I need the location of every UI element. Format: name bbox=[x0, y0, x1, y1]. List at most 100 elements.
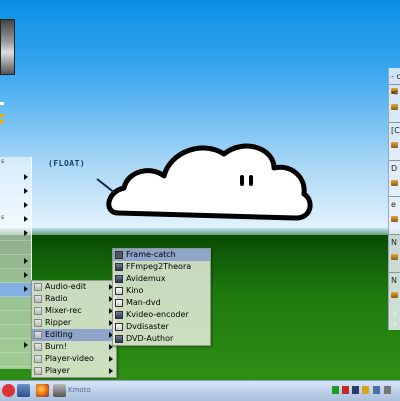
tool-icon[interactable] bbox=[391, 216, 398, 222]
tray-clock-icon[interactable] bbox=[384, 386, 391, 394]
left-menu-item[interactable] bbox=[0, 297, 31, 311]
left-menu-item[interactable] bbox=[0, 185, 31, 199]
category-menu-item-label: Player-video bbox=[45, 354, 94, 363]
left-menu-item[interactable] bbox=[0, 199, 31, 213]
folder-icon bbox=[34, 319, 42, 327]
tool-icon[interactable] bbox=[391, 292, 398, 298]
tray-update-icon[interactable] bbox=[342, 386, 349, 394]
right-panel-divider bbox=[389, 160, 400, 161]
left-menu-item[interactable] bbox=[0, 339, 31, 353]
editing-menu-item-label: Kino bbox=[126, 286, 144, 295]
tray-battery-icon[interactable] bbox=[373, 386, 380, 394]
editing-menu-item[interactable]: Kvideo-encoder bbox=[113, 309, 210, 321]
category-menu-item-label: Audio-edit bbox=[45, 282, 87, 291]
editing-menu-item-label: Man-dvd bbox=[126, 298, 161, 307]
category-menu-item[interactable]: Radio bbox=[32, 293, 116, 305]
tool-icon[interactable] bbox=[391, 104, 398, 110]
category-menu-item[interactable]: Player-video bbox=[32, 353, 116, 365]
left-menu-item[interactable] bbox=[0, 241, 31, 255]
left-menu-item[interactable] bbox=[0, 311, 31, 325]
editing-menu-item[interactable]: Dvdisaster bbox=[113, 321, 210, 333]
editing-menu-item[interactable]: FFmpeg2Theora bbox=[113, 261, 210, 273]
category-menu-item[interactable]: Burn! bbox=[32, 341, 116, 353]
editing-menu-item-label: Frame-catch bbox=[126, 250, 176, 259]
folder-icon bbox=[34, 367, 42, 375]
left-menu-item[interactable] bbox=[0, 325, 31, 339]
category-menu-item[interactable]: Editing bbox=[32, 329, 116, 341]
tool-icon[interactable] bbox=[391, 180, 398, 186]
submenu-arrow-icon bbox=[109, 356, 113, 362]
category-menu-item-label: Radio bbox=[45, 294, 68, 303]
tray-clipboard-icon[interactable] bbox=[362, 386, 369, 394]
left-menu-item[interactable] bbox=[0, 283, 31, 297]
taskbar: Kmoto bbox=[0, 380, 400, 401]
right-panel-divider bbox=[389, 122, 400, 123]
category-menu-item[interactable]: Player bbox=[32, 365, 116, 377]
submenu-arrow-icon bbox=[24, 258, 28, 264]
submenu-arrow-icon bbox=[24, 202, 28, 208]
right-panel-label[interactable]: < bbox=[391, 88, 398, 97]
left-menu-item[interactable] bbox=[0, 269, 31, 283]
right-panel-label[interactable]: N bbox=[391, 276, 397, 285]
left-menu-item[interactable]: s bbox=[0, 157, 31, 171]
right-panel-label[interactable]: e bbox=[391, 200, 396, 209]
editing-menu-item[interactable]: DVD-Author bbox=[113, 333, 210, 345]
taskbar-window-label[interactable]: Kmoto bbox=[68, 386, 91, 394]
category-menu-item[interactable]: Mixer-rec bbox=[32, 305, 116, 317]
terminal-icon[interactable] bbox=[53, 384, 66, 397]
right-panel-label[interactable]: - c bbox=[391, 72, 400, 81]
camera-icon bbox=[115, 251, 123, 259]
submenu-arrow-icon bbox=[24, 286, 28, 292]
folder-icon bbox=[34, 343, 42, 351]
firefox-icon[interactable] bbox=[36, 384, 49, 397]
left-menu-item[interactable] bbox=[0, 171, 31, 185]
left-menu-item[interactable] bbox=[0, 255, 31, 269]
category-menu-item-label: Player bbox=[45, 366, 70, 375]
category-menu-item-label: Burn! bbox=[45, 342, 67, 351]
submenu-arrow-icon bbox=[24, 188, 28, 194]
submenu-arrow-icon bbox=[24, 174, 28, 180]
editing-submenu: Frame-catch FFmpeg2Theora Avidemux Kino Man-… bbox=[112, 248, 211, 346]
editing-menu-item[interactable]: Man-dvd bbox=[113, 297, 210, 309]
tool-icon[interactable] bbox=[391, 142, 398, 148]
category-menu-item-label: Mixer-rec bbox=[45, 306, 82, 315]
category-menu-item-label: Ripper bbox=[45, 318, 72, 327]
folder-icon bbox=[34, 307, 42, 315]
category-menu-item[interactable]: Audio-edit bbox=[32, 281, 116, 293]
right-panel-label[interactable]: D bbox=[391, 164, 397, 173]
editing-menu-item[interactable]: Frame-catch bbox=[113, 249, 210, 261]
editing-menu-item[interactable]: Avidemux bbox=[113, 273, 210, 285]
right-panel-label[interactable]: [C bbox=[391, 126, 400, 135]
editing-menu-item[interactable]: Kino bbox=[113, 285, 210, 297]
right-dock-panel: - c < [C De N N bbox=[388, 68, 400, 330]
folder-icon bbox=[34, 283, 42, 291]
dvd-icon bbox=[115, 299, 123, 307]
right-panel-label[interactable]: N bbox=[391, 238, 397, 247]
tool-icon[interactable] bbox=[391, 254, 398, 260]
tray-network-icon[interactable] bbox=[332, 386, 339, 394]
submenu-arrow-icon bbox=[24, 216, 28, 222]
category-menu-item[interactable]: Ripper bbox=[32, 317, 116, 329]
right-tick: + bbox=[392, 310, 398, 318]
submenu-arrow-icon bbox=[24, 230, 28, 236]
editing-menu-item-label: Avidemux bbox=[126, 274, 166, 283]
monitor-icon bbox=[115, 335, 123, 343]
left-menu-item[interactable] bbox=[0, 227, 31, 241]
left-launcher-menu: ss bbox=[0, 157, 32, 369]
left-menu-item[interactable]: s bbox=[0, 213, 31, 227]
right-panel-divider bbox=[389, 196, 400, 197]
terminal-icon bbox=[115, 263, 123, 271]
right-panel-divider bbox=[389, 234, 400, 235]
category-menu-item-label: Editing bbox=[45, 330, 73, 339]
tray-volume-icon[interactable] bbox=[352, 386, 359, 394]
start-menu-icon[interactable] bbox=[2, 384, 15, 397]
submenu-arrow-icon bbox=[24, 272, 28, 278]
kino-icon bbox=[115, 287, 123, 295]
left-menu-item[interactable] bbox=[0, 353, 31, 367]
show-desktop-icon[interactable] bbox=[17, 384, 30, 397]
editing-menu-item-label: FFmpeg2Theora bbox=[126, 262, 192, 271]
folder-icon bbox=[34, 295, 42, 303]
editing-menu-item-label: DVD-Author bbox=[126, 334, 174, 343]
folder-icon bbox=[34, 331, 42, 339]
editing-menu-item-label: Dvdisaster bbox=[126, 322, 169, 331]
